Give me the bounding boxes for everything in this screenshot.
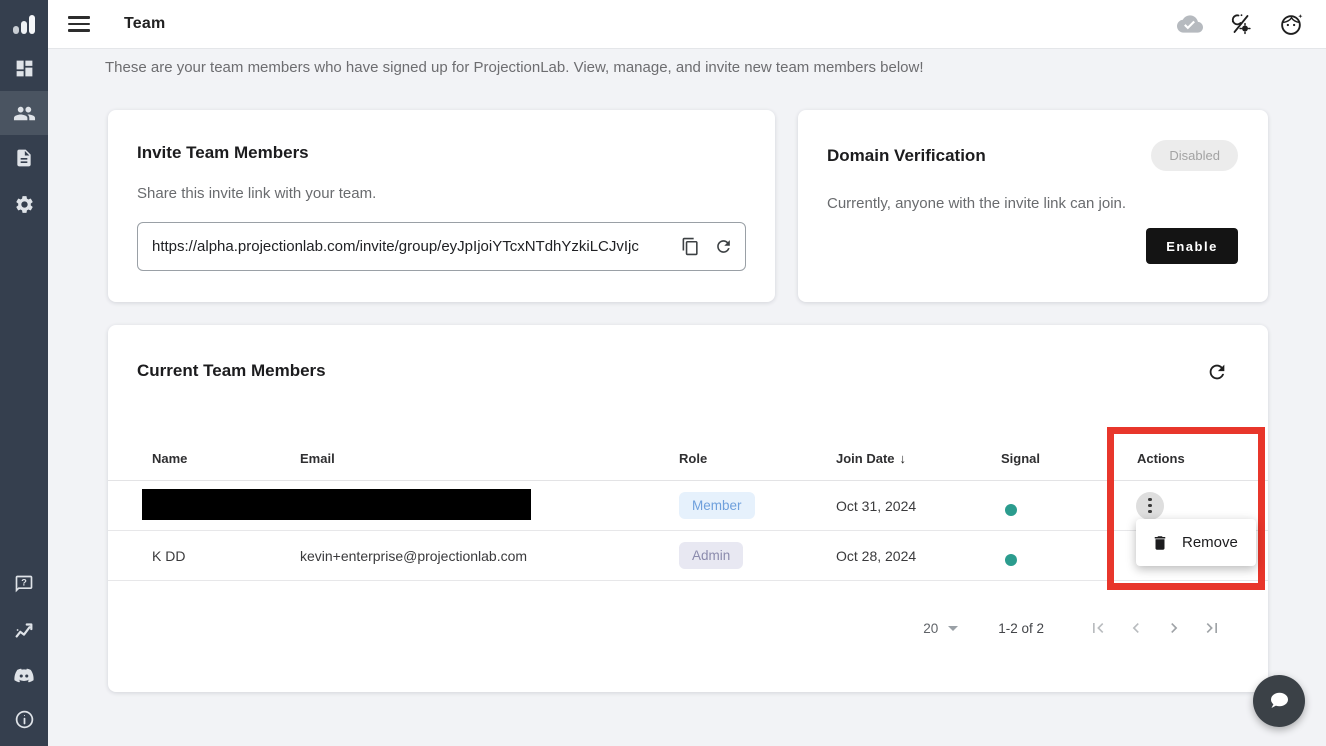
invite-card: Invite Team Members Share this invite li…: [108, 110, 775, 302]
row-actions-kebab-button[interactable]: [1136, 492, 1164, 520]
members-card-title: Current Team Members: [137, 361, 326, 381]
sidebar-item-help[interactable]: ?: [0, 562, 48, 606]
members-table: Name Email Role Join Date ↓ Signal Actio…: [108, 437, 1268, 581]
previous-page-button[interactable]: [1126, 618, 1146, 638]
sidebar-item-whats-new[interactable]: [0, 608, 48, 652]
menu-toggle-button[interactable]: [68, 12, 92, 36]
invite-link-input[interactable]: [152, 238, 667, 255]
sidebar-item-team[interactable]: [0, 91, 48, 135]
sidebar: ?: [0, 0, 48, 746]
copy-icon[interactable]: [681, 237, 700, 256]
people-icon: [13, 102, 36, 125]
pagination: 20 1-2 of 2: [108, 618, 1268, 638]
enable-button[interactable]: Enable: [1146, 228, 1238, 264]
column-header-email[interactable]: Email: [300, 451, 679, 466]
svg-text:?: ?: [21, 577, 27, 587]
chat-fab-button[interactable]: [1253, 675, 1305, 727]
sidebar-item-documents[interactable]: [0, 136, 48, 180]
sidebar-item-dashboard[interactable]: [0, 46, 48, 90]
remove-menu-item[interactable]: Remove: [1182, 534, 1238, 551]
refresh-members-icon[interactable]: [1206, 361, 1228, 383]
discord-icon: [13, 665, 35, 687]
member-email: kevin+enterprise@projectionlab.com: [300, 548, 679, 564]
column-header-join-date[interactable]: Join Date ↓: [836, 451, 1001, 466]
rows-per-page-select[interactable]: 20: [923, 621, 958, 636]
sidebar-item-about[interactable]: [0, 697, 48, 741]
info-icon: [14, 709, 35, 730]
column-header-signal[interactable]: Signal: [1001, 451, 1137, 466]
trash-icon: [1151, 534, 1169, 552]
gear-icon: [14, 194, 35, 215]
role-chip: Admin: [679, 542, 743, 569]
sidebar-item-settings[interactable]: [0, 182, 48, 226]
domain-card-title: Domain Verification: [827, 146, 986, 166]
invite-link-field[interactable]: [137, 222, 746, 271]
document-icon: [14, 148, 34, 168]
speech-bubble-icon: [1266, 689, 1292, 713]
status-badge: Disabled: [1151, 140, 1238, 171]
last-page-button[interactable]: [1202, 618, 1222, 638]
current-team-members-card: Current Team Members Name Email Role Joi…: [108, 325, 1268, 692]
table-row: Member Oct 31, 2024: [108, 481, 1268, 531]
help-chat-icon: ?: [14, 574, 34, 594]
table-header-row: Name Email Role Join Date ↓ Signal Actio…: [108, 437, 1268, 481]
join-date-label: Join Date: [836, 451, 895, 466]
join-date: Oct 28, 2024: [836, 548, 1001, 564]
chevron-down-icon: [948, 626, 958, 631]
theme-toggle-icon[interactable]: [1229, 12, 1253, 36]
account-icon[interactable]: [1279, 12, 1304, 37]
pagination-range-label: 1-2 of 2: [998, 621, 1044, 636]
insights-icon: [13, 619, 35, 641]
cloud-sync-done-icon[interactable]: [1177, 13, 1203, 35]
regenerate-link-icon[interactable]: [714, 237, 733, 256]
domain-card-description: Currently, anyone with the invite link c…: [827, 195, 1238, 212]
table-row: K DD kevin+enterprise@projectionlab.com …: [108, 531, 1268, 581]
column-header-role[interactable]: Role: [679, 451, 836, 466]
sort-desc-icon: ↓: [900, 451, 907, 466]
page-title: Team: [124, 15, 165, 33]
redacted-name-email-bar: [142, 489, 531, 520]
domain-verification-card: Domain Verification Disabled Currently, …: [798, 110, 1268, 302]
app-logo[interactable]: [0, 0, 48, 48]
invite-card-subtitle: Share this invite link with your team.: [137, 185, 746, 202]
intro-text: These are your team members who have sig…: [105, 59, 924, 76]
sidebar-item-discord[interactable]: [0, 654, 48, 698]
invite-card-title: Invite Team Members: [137, 143, 746, 163]
topbar: Team: [48, 0, 1326, 49]
team-page: ? Team: [0, 0, 1326, 746]
column-header-actions[interactable]: Actions: [1137, 451, 1268, 466]
bar-chart-logo-icon: [11, 12, 37, 36]
role-chip: Member: [679, 492, 755, 519]
rows-per-page-value: 20: [923, 621, 938, 636]
column-header-name[interactable]: Name: [152, 451, 300, 466]
join-date: Oct 31, 2024: [836, 498, 1001, 514]
first-page-button[interactable]: [1088, 618, 1108, 638]
row-actions-menu: Remove: [1136, 519, 1256, 566]
next-page-button[interactable]: [1164, 618, 1184, 638]
member-name: K DD: [152, 548, 300, 564]
dashboard-icon: [14, 58, 35, 79]
